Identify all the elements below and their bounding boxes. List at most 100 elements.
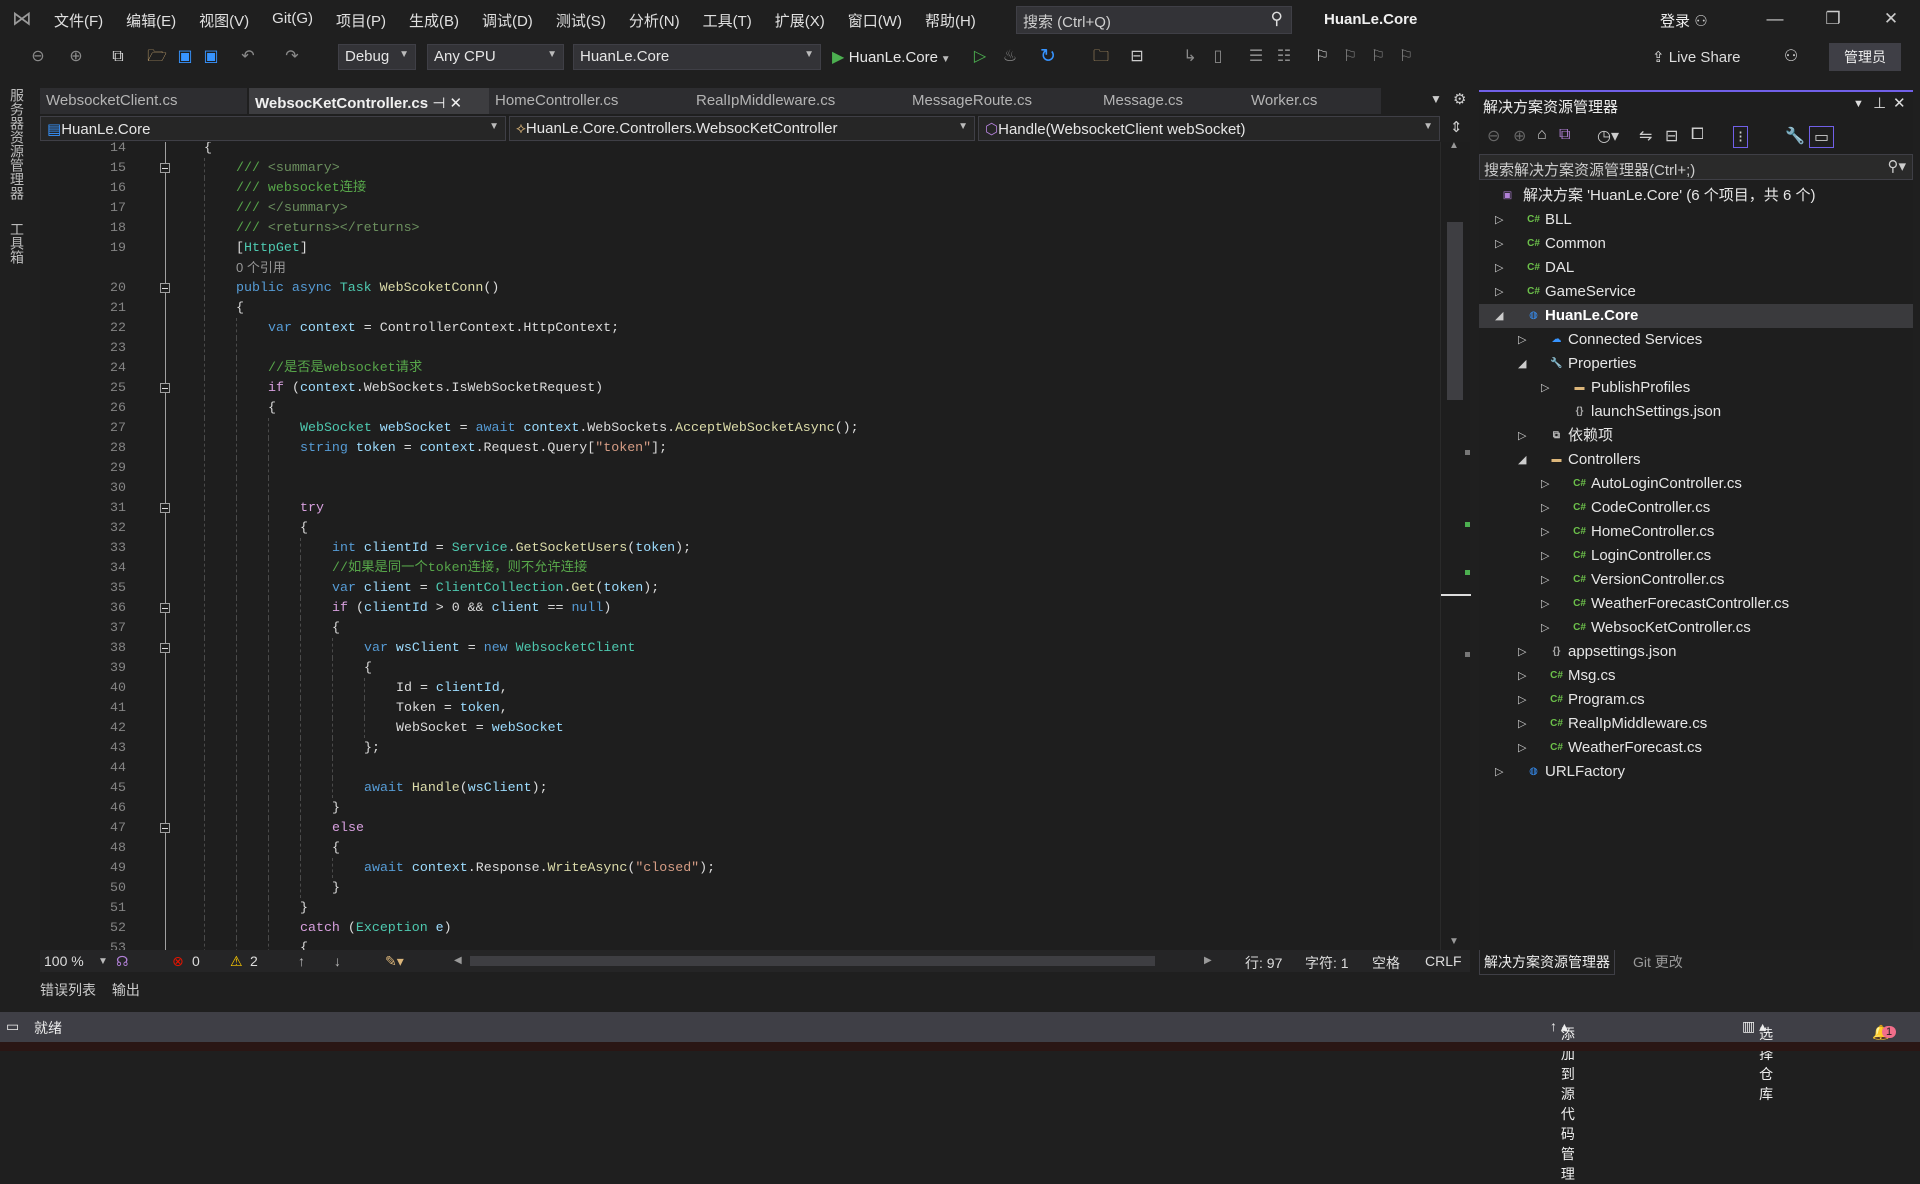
next-bookmark-icon[interactable]: ⚐ bbox=[1368, 45, 1388, 69]
warning-count[interactable]: 2 bbox=[250, 953, 258, 969]
tree-item[interactable]: {} launchSettings.json bbox=[1479, 400, 1913, 424]
tree-item[interactable]: ◢ 🔧 Properties bbox=[1479, 352, 1913, 376]
tree-item[interactable]: ▷ ⧉ 依赖项 bbox=[1479, 424, 1913, 448]
collapse-icon[interactable] bbox=[160, 503, 170, 513]
error-icon[interactable]: ⊗ bbox=[172, 953, 184, 970]
menu-item[interactable]: 分析(N) bbox=[629, 10, 680, 31]
tree-item[interactable]: ▷ C# AutoLoginController.cs bbox=[1479, 472, 1913, 496]
live-share-button[interactable]: ⇪ Live Share bbox=[1652, 48, 1740, 66]
save-all-icon[interactable]: ▣ bbox=[200, 45, 222, 69]
comment-icon[interactable]: ☰ bbox=[1246, 45, 1266, 69]
tab-error-list[interactable]: 错误列表 bbox=[40, 982, 96, 998]
chevron-down-icon[interactable]: ▼ bbox=[98, 956, 108, 967]
expand-arrow-icon[interactable]: ▷ bbox=[1495, 280, 1503, 304]
scroll-down-icon[interactable]: ▼ bbox=[1449, 936, 1459, 947]
preview-icon[interactable]: ▭ bbox=[1809, 126, 1835, 148]
tab-message-cs[interactable]: Message.cs bbox=[1097, 88, 1245, 114]
server-explorer-tab[interactable]: 服务器资源管理器 bbox=[7, 88, 27, 200]
forward-icon[interactable]: ⊕ bbox=[1513, 126, 1526, 146]
tree-item[interactable]: ◢ ◍ HuanLe.Core bbox=[1479, 304, 1913, 328]
gear-icon[interactable]: ⚙ bbox=[1453, 90, 1466, 108]
menu-item[interactable]: 生成(B) bbox=[409, 10, 459, 31]
pending-changes-icon[interactable]: ◷▾ bbox=[1597, 126, 1619, 146]
pin-close-icon[interactable]: ⊣ ✕ bbox=[428, 95, 462, 112]
show-all-files-icon[interactable]: ⧠ bbox=[1691, 126, 1704, 144]
line-ending[interactable]: CRLF bbox=[1425, 953, 1462, 969]
error-count[interactable]: 0 bbox=[192, 953, 200, 969]
tab-output[interactable]: 输出 bbox=[112, 982, 140, 998]
tree-item[interactable]: ▷ C# RealIpMiddleware.cs bbox=[1479, 712, 1913, 736]
tree-item[interactable]: ▷ C# GameService bbox=[1479, 280, 1913, 304]
expand-arrow-icon[interactable]: ▷ bbox=[1541, 616, 1549, 640]
tab-websocketclient-cs[interactable]: WebsocketClient.cs bbox=[40, 88, 247, 114]
undo-icon[interactable]: ↶ bbox=[238, 45, 258, 69]
redo-icon[interactable]: ↷ bbox=[282, 45, 302, 69]
menu-item[interactable]: 窗口(W) bbox=[848, 10, 902, 31]
tree-item[interactable]: ▷ ◍ URLFactory bbox=[1479, 760, 1913, 784]
code-cleanup-icon[interactable]: ✎▾ bbox=[385, 953, 404, 970]
expand-arrow-icon[interactable]: ▷ bbox=[1518, 664, 1526, 688]
menu-item[interactable]: 编辑(E) bbox=[126, 10, 176, 31]
login-button[interactable]: 登录 ⚇ bbox=[1660, 10, 1708, 31]
collapse-all-icon[interactable]: ⊟ bbox=[1665, 126, 1678, 146]
intellicode-icon[interactable]: ☊ bbox=[116, 953, 128, 970]
expand-arrow-icon[interactable]: ▷ bbox=[1518, 688, 1526, 712]
collapse-icon[interactable] bbox=[160, 163, 170, 173]
tree-item[interactable]: ▣ 解决方案 'HuanLe.Core' (6 个项目，共 6 个) bbox=[1479, 184, 1913, 208]
tree-item[interactable]: ▷ C# Msg.cs bbox=[1479, 664, 1913, 688]
toolbox-tab[interactable]: 工具箱 bbox=[7, 222, 27, 264]
prev-bookmark-icon[interactable]: ⚐ bbox=[1340, 45, 1360, 69]
warning-icon[interactable]: ⚠ bbox=[230, 953, 243, 970]
forward-icon[interactable]: ⊕ bbox=[66, 45, 86, 69]
solution-search-input[interactable]: 搜索解决方案资源管理器(Ctrl+;) ⚲▾ bbox=[1479, 154, 1913, 180]
collapse-icon[interactable] bbox=[160, 643, 170, 653]
run-button[interactable]: ▶ HuanLe.Core ▼ bbox=[832, 47, 951, 67]
horizontal-scrollbar[interactable] bbox=[470, 956, 1155, 966]
expand-arrow-icon[interactable]: ▷ bbox=[1541, 520, 1549, 544]
home-icon[interactable]: ⌂ bbox=[1537, 126, 1547, 144]
tree-item[interactable]: ▷ ▬ PublishProfiles bbox=[1479, 376, 1913, 400]
tree-item[interactable]: ◢ ▬ Controllers bbox=[1479, 448, 1913, 472]
tree-item[interactable]: ▷ C# VersionController.cs bbox=[1479, 568, 1913, 592]
menu-item[interactable]: 项目(P) bbox=[336, 10, 386, 31]
panel-menu-icon[interactable]: ▼ bbox=[1853, 98, 1864, 110]
tree-item[interactable]: ▷ ☁ Connected Services bbox=[1479, 328, 1913, 352]
menu-item[interactable]: 文件(F) bbox=[54, 10, 103, 31]
collapse-icon[interactable] bbox=[160, 383, 170, 393]
line-indicator[interactable]: 行: 97 bbox=[1245, 953, 1282, 973]
tab-realipmiddleware-cs[interactable]: RealIpMiddleware.cs bbox=[690, 88, 906, 114]
code-editor[interactable]: 14 {15 /// <summary> 16 /// websocket连接 17 ///… bbox=[40, 142, 1440, 950]
pin-icon[interactable]: ⊥ bbox=[1873, 94, 1886, 112]
expand-arrow-icon[interactable]: ▷ bbox=[1495, 208, 1503, 232]
menu-item[interactable]: 调试(D) bbox=[482, 10, 533, 31]
expand-arrow-icon[interactable]: ▷ bbox=[1495, 760, 1503, 784]
close-icon[interactable]: ✕ bbox=[1893, 94, 1906, 112]
expand-arrow-icon[interactable]: ▷ bbox=[1541, 544, 1549, 568]
tree-item[interactable]: ▷ C# LoginController.cs bbox=[1479, 544, 1913, 568]
platform-dropdown[interactable]: Any CPU ▼ bbox=[427, 44, 564, 70]
expand-arrow-icon[interactable]: ▷ bbox=[1518, 640, 1526, 664]
tab-messageroute-cs[interactable]: MessageRoute.cs bbox=[906, 88, 1097, 114]
start-without-debugging-icon[interactable]: ▷ bbox=[970, 45, 990, 69]
scroll-up-icon[interactable]: ▲ bbox=[1449, 140, 1459, 151]
refresh-icon[interactable]: ↻ bbox=[1038, 45, 1058, 69]
char-indicator[interactable]: 字符: 1 bbox=[1305, 953, 1349, 973]
expand-arrow-icon[interactable]: ▷ bbox=[1518, 712, 1526, 736]
collapse-icon[interactable] bbox=[160, 603, 170, 613]
expand-arrow-icon[interactable]: ▷ bbox=[1495, 232, 1503, 256]
output-icon[interactable]: ▭ bbox=[6, 1018, 19, 1035]
expand-arrow-icon[interactable]: ▷ bbox=[1541, 568, 1549, 592]
startup-project-dropdown[interactable]: HuanLe.Core ▼ bbox=[573, 44, 821, 70]
collapse-arrow-icon[interactable]: ◢ bbox=[1495, 304, 1503, 328]
track-active-icon[interactable]: ⁝ bbox=[1733, 126, 1749, 148]
bookmark-icon[interactable]: ⚐ bbox=[1312, 45, 1332, 69]
back-icon[interactable]: ⊖ bbox=[1487, 126, 1500, 146]
tab-worker-cs[interactable]: Worker.cs bbox=[1245, 88, 1381, 114]
menu-item[interactable]: 视图(V) bbox=[199, 10, 249, 31]
sync-icon[interactable]: ⇋ bbox=[1639, 126, 1652, 146]
tree-item[interactable]: ▷ C# WebsocKetController.cs bbox=[1479, 616, 1913, 640]
step-icon[interactable]: ↳ bbox=[1180, 45, 1200, 69]
collapse-arrow-icon[interactable]: ◢ bbox=[1518, 448, 1526, 472]
menu-item[interactable]: 帮助(H) bbox=[925, 10, 976, 31]
restore-button[interactable]: ❐ bbox=[1818, 6, 1848, 32]
